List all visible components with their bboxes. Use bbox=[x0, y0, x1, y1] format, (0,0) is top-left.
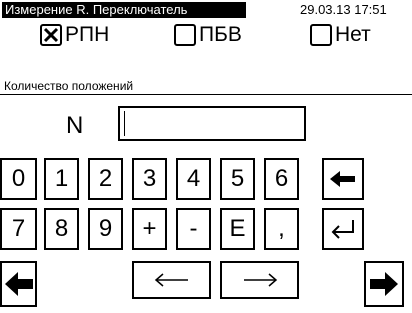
key-4[interactable]: 4 bbox=[176, 158, 211, 200]
title-bar: Измерение R. Переключатель 29.03.13 17:5… bbox=[0, 0, 412, 20]
text-cursor bbox=[124, 111, 125, 136]
key-2[interactable]: 2 bbox=[88, 158, 123, 200]
option-pbv[interactable]: ПБВ bbox=[174, 20, 242, 50]
key-comma[interactable]: , bbox=[264, 208, 299, 250]
key-0[interactable]: 0 bbox=[0, 158, 37, 200]
enter-return-icon bbox=[331, 220, 354, 239]
check-x-icon bbox=[43, 27, 59, 43]
none-label: Нет bbox=[335, 23, 371, 46]
arrow-left-thin-icon bbox=[154, 273, 188, 287]
pbv-label: ПБВ bbox=[199, 23, 242, 46]
section-label: Количество положений bbox=[4, 79, 134, 93]
rpn-checkbox[interactable] bbox=[40, 24, 62, 46]
section-divider bbox=[0, 94, 412, 95]
key-9[interactable]: 9 bbox=[88, 208, 123, 250]
arrow-right-thin-icon bbox=[243, 273, 277, 287]
key-plus[interactable]: + bbox=[132, 208, 167, 250]
datetime-display: 29.03.13 17:51 bbox=[300, 2, 387, 17]
window-title: Измерение R. Переключатель bbox=[2, 2, 246, 18]
cursor-right-button[interactable] bbox=[220, 261, 299, 299]
key-7[interactable]: 7 bbox=[0, 208, 37, 250]
key-6[interactable]: 6 bbox=[264, 158, 299, 200]
option-rpn[interactable]: РПН bbox=[40, 20, 109, 50]
option-none[interactable]: Нет bbox=[310, 20, 371, 50]
next-page-button[interactable] bbox=[364, 261, 404, 307]
cursor-left-button[interactable] bbox=[132, 261, 211, 299]
pbv-checkbox[interactable] bbox=[174, 24, 196, 46]
n-label: N bbox=[66, 112, 84, 139]
backspace-arrow-icon bbox=[330, 171, 355, 187]
rpn-label: РПН bbox=[65, 23, 110, 46]
key-minus[interactable]: - bbox=[176, 208, 211, 250]
key-5[interactable]: 5 bbox=[220, 158, 255, 200]
arrow-left-bold-icon bbox=[4, 272, 33, 296]
key-8[interactable]: 8 bbox=[44, 208, 79, 250]
enter-button[interactable] bbox=[322, 208, 364, 250]
none-checkbox[interactable] bbox=[310, 24, 332, 46]
prev-page-button[interactable] bbox=[0, 261, 37, 307]
positions-count-input[interactable] bbox=[118, 106, 306, 141]
backspace-button[interactable] bbox=[322, 158, 364, 200]
arrow-right-bold-icon bbox=[370, 272, 398, 296]
key-1[interactable]: 1 bbox=[44, 158, 79, 200]
key-exponent[interactable]: E bbox=[220, 208, 255, 250]
key-3[interactable]: 3 bbox=[132, 158, 167, 200]
